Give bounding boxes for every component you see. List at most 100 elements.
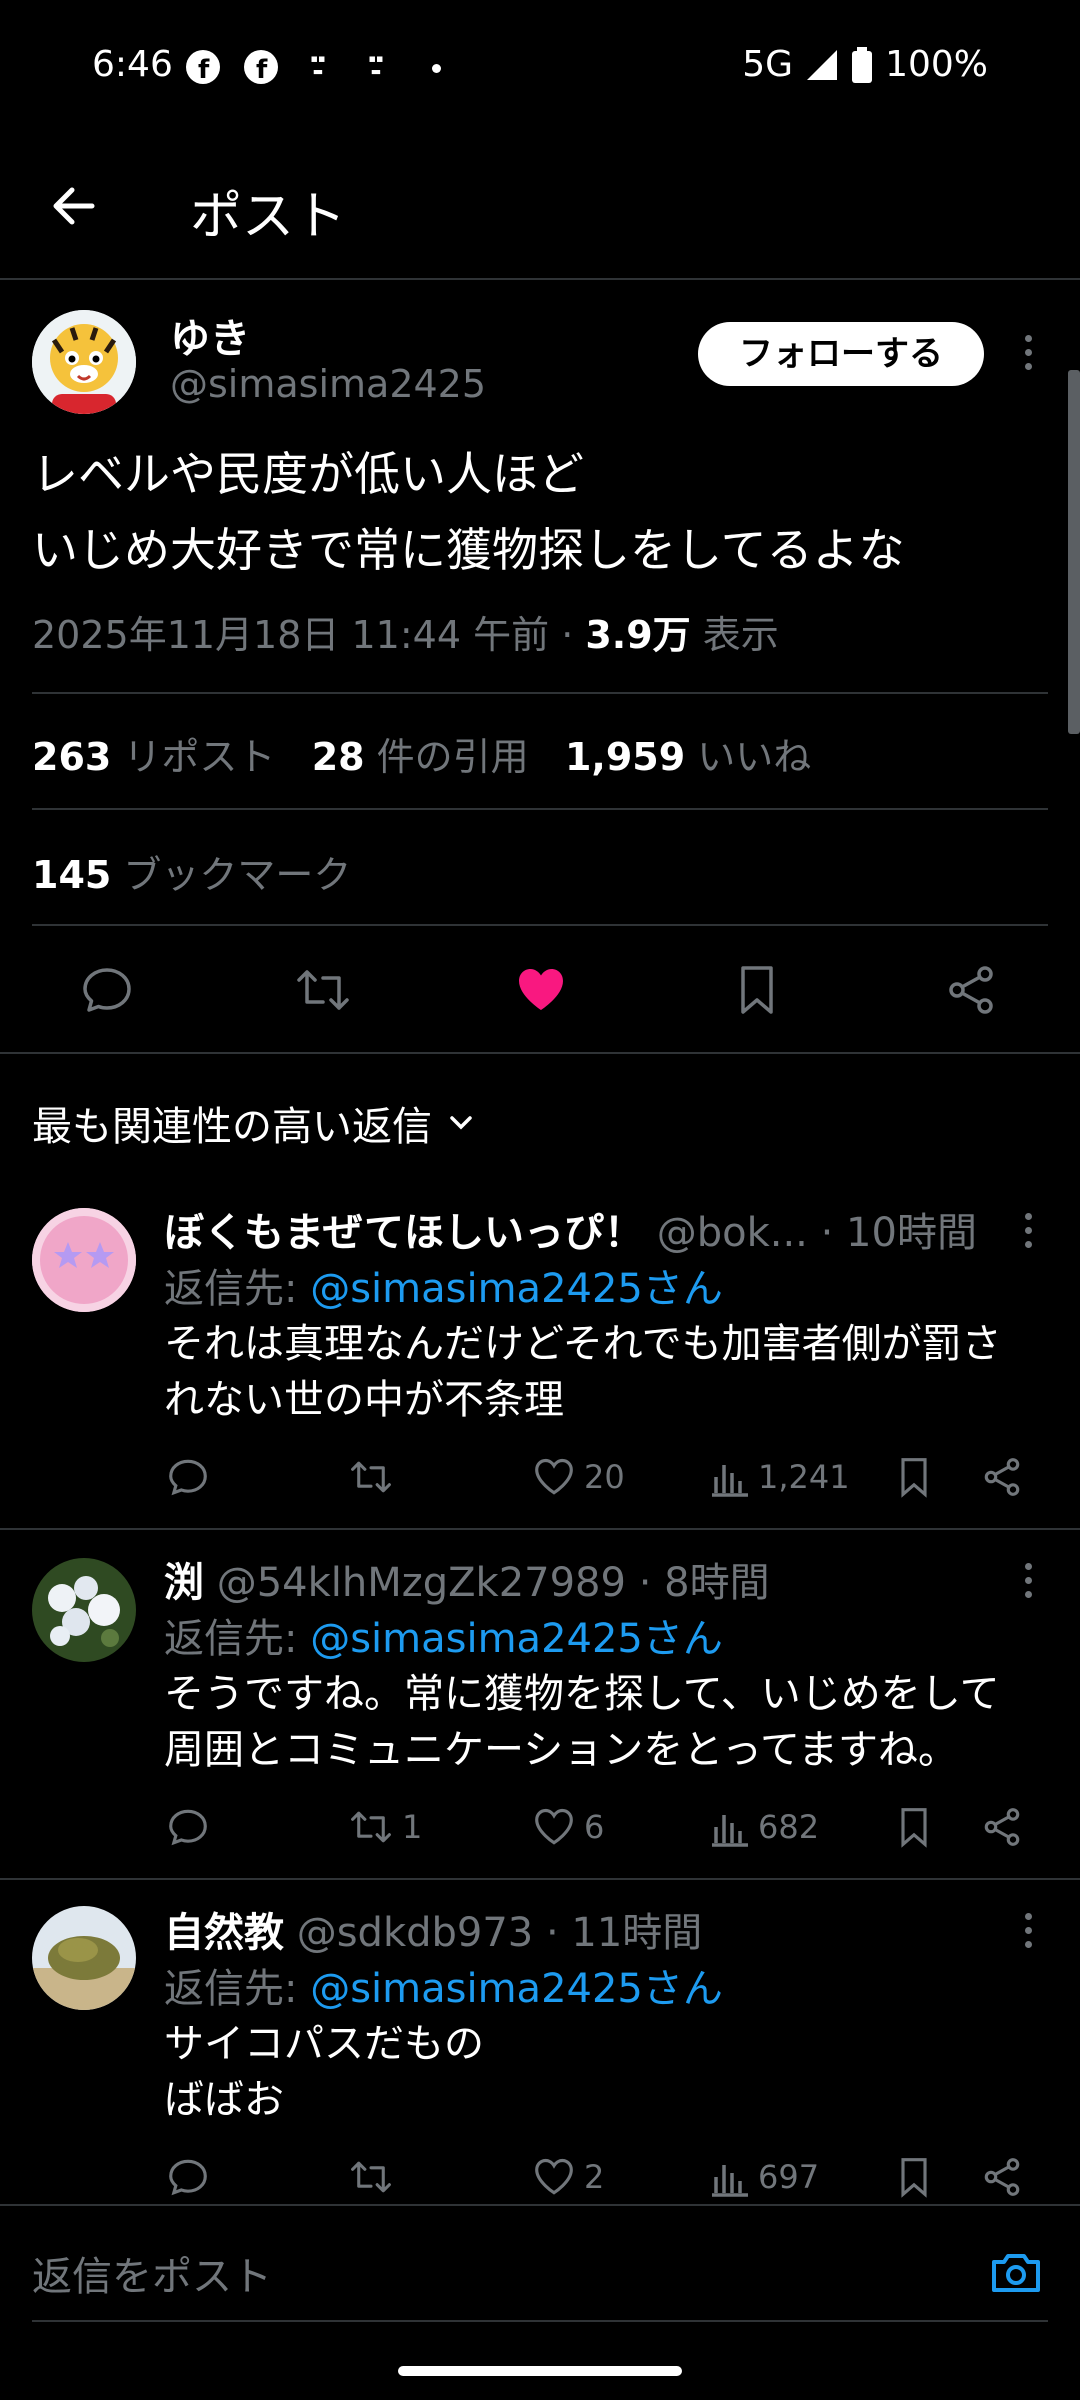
comment-icon xyxy=(169,1809,207,1846)
comment-icon xyxy=(169,1459,207,1496)
reply-avatar[interactable] xyxy=(32,1906,136,2010)
scrollbar[interactable] xyxy=(1068,370,1080,734)
reply-to: 返信先: @simasima2425さん xyxy=(164,1606,723,1664)
reply-header: ぼくもまぜてほしいっぴ！ @bok... · 10時間 xyxy=(164,1210,977,1256)
reply-text-line: 周囲とコミュニケーションをとってますね。 xyxy=(164,1727,958,1773)
reply-author-handle[interactable]: @54klhMzgZk27989 xyxy=(217,1560,626,1606)
likes-stat[interactable]: 1,959 いいね xyxy=(565,735,811,779)
reply-author-handle[interactable]: @sdkdb973 xyxy=(297,1910,534,1956)
reply-views-button[interactable]: 1,241 xyxy=(710,1452,850,1502)
reply-item[interactable]: ぼくもまぜてほしいっぴ！ @bok... · 10時間 返信先: @simasi… xyxy=(0,1190,1080,1530)
author-avatar[interactable] xyxy=(32,310,136,414)
bookmarks-stat[interactable]: 145 ブックマーク xyxy=(32,844,351,899)
share-icon xyxy=(984,1458,1020,1496)
more-options-icon[interactable] xyxy=(1008,322,1048,382)
bookmarks-label: ブックマーク xyxy=(123,853,352,897)
reply-text-line: ばばお xyxy=(164,2077,284,2123)
temu-icon: ▪▪ ▬ xyxy=(310,52,326,78)
reply-item[interactable]: 自然教 @sdkdb973 · 11時間 返信先: @simasima2425さ… xyxy=(0,1890,1080,2200)
reply-item[interactable]: 渕 @54klhMzgZk27989 · 8時間 返信先: @simasima2… xyxy=(0,1540,1080,1880)
reply-views-button[interactable]: 697 xyxy=(710,2152,819,2202)
reply-comment-button[interactable] xyxy=(166,2152,210,2202)
divider xyxy=(0,278,1080,280)
reply-views-count: 682 xyxy=(758,1808,820,1846)
divider xyxy=(0,1878,1080,1880)
status-right: 5G 100% xyxy=(742,44,988,85)
reply-comment-button[interactable] xyxy=(166,1802,210,1852)
comment-icon xyxy=(83,968,131,1012)
signal-icon xyxy=(807,49,838,80)
reply-header: 渕 @54klhMzgZk27989 · 8時間 xyxy=(164,1560,770,1606)
analytics-icon xyxy=(712,2165,748,2197)
reply-avatar[interactable] xyxy=(32,1208,136,1312)
reply-like-count: 2 xyxy=(584,2158,605,2196)
reply-views-button[interactable]: 682 xyxy=(710,1802,819,1852)
home-indicator[interactable] xyxy=(398,2366,682,2376)
comment-icon xyxy=(169,2159,207,2196)
tweet-timestamp[interactable]: 2025年11月18日 11:44 午前 xyxy=(32,613,549,657)
reply-like-count: 6 xyxy=(584,1808,605,1846)
more-options-icon[interactable] xyxy=(1008,1200,1048,1260)
reply-repost-button[interactable] xyxy=(348,2152,402,2202)
analytics-icon xyxy=(712,1465,748,1497)
reply-to: 返信先: @simasima2425さん xyxy=(164,1256,723,1314)
svg-text:f: f xyxy=(256,55,268,84)
status-bar: 6:46 f f ▪▪ ▬ ▪▪ ▬ 5G 100% xyxy=(0,0,1080,130)
repost-button[interactable] xyxy=(288,958,358,1022)
more-options-icon[interactable] xyxy=(1008,1550,1048,1610)
reply-button[interactable] xyxy=(72,958,142,1022)
analytics-icon xyxy=(712,1815,748,1847)
divider xyxy=(32,2320,1048,2322)
quotes-label: 件の引用 xyxy=(376,735,529,779)
share-button[interactable] xyxy=(936,958,1006,1022)
share-icon xyxy=(984,2158,1020,2196)
repost-icon xyxy=(351,1811,391,1843)
reply-like-button[interactable]: 20 xyxy=(532,1452,625,1502)
tweet-meta: 2025年11月18日 11:44 午前 · 3.9万 表示 xyxy=(32,613,779,657)
status-time: 6:46 xyxy=(92,44,173,85)
repost-icon xyxy=(351,2161,391,2193)
reply-to-link[interactable]: @simasima2425さん xyxy=(310,1616,723,1662)
like-button[interactable] xyxy=(506,958,576,1022)
reply-author-name[interactable]: 渕 xyxy=(164,1560,204,1606)
reply-to-link[interactable]: @simasima2425さん xyxy=(310,1266,723,1312)
reply-share-button[interactable] xyxy=(980,1802,1024,1852)
more-options-icon[interactable] xyxy=(1008,1900,1048,1960)
reply-author-name[interactable]: ぼくもまぜてほしいっぴ！ xyxy=(164,1210,644,1256)
heart-icon xyxy=(535,2158,573,2195)
back-button[interactable] xyxy=(46,178,102,234)
reply-bookmark-button[interactable] xyxy=(892,1452,936,1502)
divider xyxy=(32,692,1048,694)
reply-text-line: れない世の中が不条理 xyxy=(164,1377,564,1423)
reply-avatar[interactable] xyxy=(32,1558,136,1662)
quotes-stat[interactable]: 28 件の引用 xyxy=(312,735,529,779)
reply-bookmark-button[interactable] xyxy=(892,2152,936,2202)
bookmark-icon xyxy=(901,1808,927,1848)
divider xyxy=(32,924,1048,926)
reposts-stat[interactable]: 263 リポスト xyxy=(32,735,275,779)
repost-icon xyxy=(297,970,349,1010)
replies-sort-dropdown[interactable]: 最も関連性の高い返信 xyxy=(32,1094,476,1152)
views-label: 表示 xyxy=(702,613,779,657)
reply-share-button[interactable] xyxy=(980,1452,1024,1502)
reply-author-handle[interactable]: @bok... xyxy=(657,1210,808,1256)
reply-like-button[interactable]: 2 xyxy=(532,2152,604,2202)
bookmark-button[interactable] xyxy=(722,958,792,1022)
bookmark-icon xyxy=(741,966,773,1014)
reply-author-name[interactable]: 自然教 xyxy=(164,1910,284,1956)
reply-text: それは真理なんだけどそれでも加害者側が罰さ れない世の中が不条理 xyxy=(164,1316,1080,1428)
temu-icon: ▪▪ ▬ xyxy=(368,52,384,78)
reply-like-button[interactable]: 6 xyxy=(532,1802,604,1852)
reply-repost-button[interactable] xyxy=(348,1452,402,1502)
reply-share-button[interactable] xyxy=(980,2152,1024,2202)
reply-to-link[interactable]: @simasima2425さん xyxy=(310,1966,723,2012)
follow-button[interactable]: フォローする xyxy=(698,322,984,386)
reply-bookmark-button[interactable] xyxy=(892,1802,936,1852)
reply-comment-button[interactable] xyxy=(166,1452,210,1502)
author-handle[interactable]: @simasima2425 xyxy=(170,362,486,406)
reply-repost-button[interactable]: 1 xyxy=(348,1802,422,1852)
author-name[interactable]: ゆき xyxy=(170,306,250,364)
bookmarks-count: 145 xyxy=(32,853,112,897)
reply-compose-input[interactable]: 返信をポスト xyxy=(32,2244,272,2302)
camera-button[interactable] xyxy=(988,2244,1044,2300)
